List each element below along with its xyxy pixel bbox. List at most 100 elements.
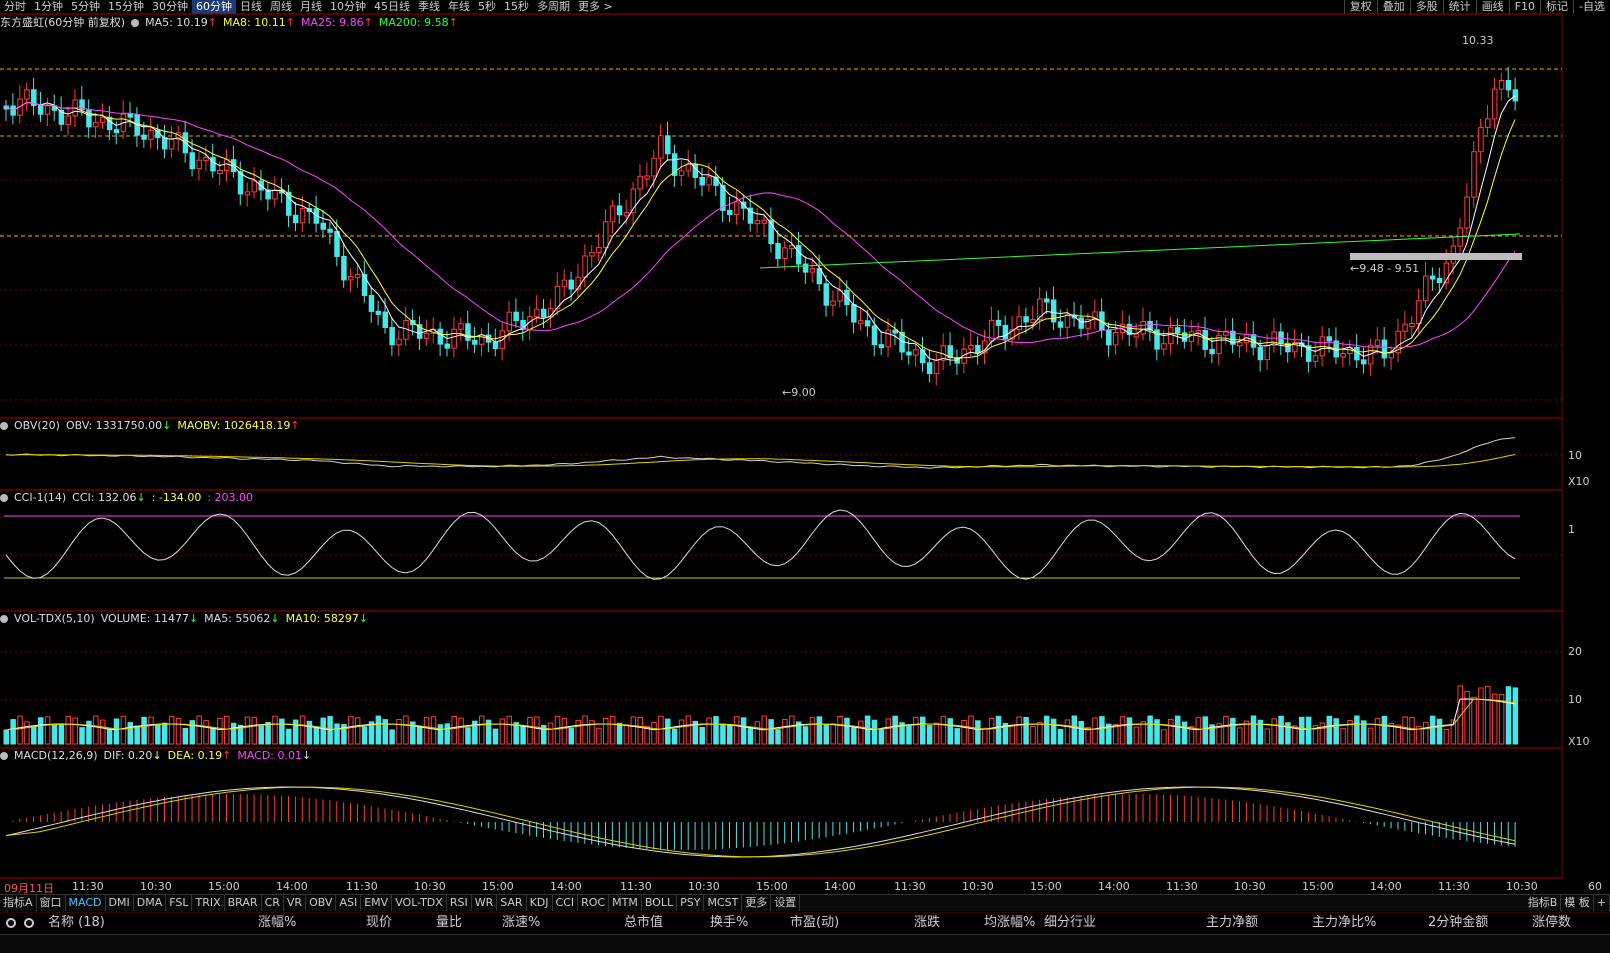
indicator-tab-2[interactable]: MACD xyxy=(66,895,106,911)
indicator-tab-8[interactable]: CR xyxy=(262,895,284,911)
candle-body xyxy=(913,349,919,356)
volume-bar xyxy=(568,728,575,745)
volume-bar xyxy=(857,720,864,745)
candle xyxy=(224,149,230,182)
indicator-tab-20[interactable]: MTM xyxy=(609,895,642,911)
indicator-right-tab-2[interactable]: + xyxy=(1594,895,1610,911)
indicator-tab-24[interactable]: 更多 xyxy=(742,895,772,911)
candle xyxy=(230,145,237,178)
indicator-tab-17[interactable]: KDJ xyxy=(527,895,553,911)
indicator-tab-0[interactable]: 指标A xyxy=(0,895,37,911)
indicator-tab-10[interactable]: OBV xyxy=(306,895,337,911)
bottom-strip xyxy=(0,934,1610,953)
column-header-9[interactable]: 均涨幅% xyxy=(984,913,1035,933)
candle-body xyxy=(375,310,382,315)
volume-bar xyxy=(1333,718,1339,745)
column-header-8[interactable]: 涨跌 xyxy=(914,913,940,933)
candle xyxy=(1174,318,1181,345)
gear-icon[interactable] xyxy=(6,918,16,928)
candle xyxy=(458,317,464,342)
indicator-tab-19[interactable]: ROC xyxy=(578,895,610,911)
time-label: 14:00 xyxy=(824,880,856,893)
candle xyxy=(465,310,471,350)
indicator-tab-5[interactable]: FSL xyxy=(166,895,193,911)
volume-bar xyxy=(1078,720,1084,745)
candle xyxy=(251,167,258,199)
volume-bar xyxy=(1436,718,1443,745)
candle-body xyxy=(1416,300,1422,325)
volume-bar xyxy=(1147,715,1153,745)
settings-icon[interactable] xyxy=(24,918,34,928)
indicator-tab-25[interactable]: 设置 xyxy=(771,895,801,911)
indicator-tab-16[interactable]: SAR xyxy=(497,895,527,911)
candle xyxy=(995,310,1002,337)
candle xyxy=(472,327,478,353)
indicator-tab-23[interactable]: MCST xyxy=(704,895,743,911)
column-header-6[interactable]: 换手% xyxy=(710,913,748,933)
time-label: 10:30 xyxy=(140,880,172,893)
volume-bar xyxy=(292,719,299,745)
candle xyxy=(802,256,809,284)
indicator-right-tab-1[interactable]: 模 板 xyxy=(1561,895,1594,911)
indicator-right-tab-0[interactable]: 指标B xyxy=(1525,895,1562,911)
indicator-tab-15[interactable]: WR xyxy=(472,895,498,911)
candle-body xyxy=(444,343,451,349)
indicator-tab-21[interactable]: BOLL xyxy=(642,895,678,911)
column-header-14[interactable]: 涨停数 xyxy=(1532,913,1571,933)
cci-settings-icon[interactable] xyxy=(0,494,8,502)
column-header-10[interactable]: 细分行业 xyxy=(1044,913,1096,933)
vol-settings-icon[interactable] xyxy=(0,615,8,623)
volume-bar xyxy=(651,721,657,745)
obv-settings-icon[interactable] xyxy=(0,422,8,430)
indicator-tab-13[interactable]: VOL-TDX xyxy=(392,895,447,911)
candle-body xyxy=(458,323,464,330)
candle xyxy=(58,96,65,132)
indicator-tab-6[interactable]: TRIX xyxy=(192,895,225,911)
volume-bar xyxy=(506,715,513,745)
column-header-2[interactable]: 现价 xyxy=(366,913,392,933)
indicator-tab-3[interactable]: DMI xyxy=(106,895,134,911)
column-header-12[interactable]: 主力净比% xyxy=(1312,913,1376,933)
volume-bar xyxy=(375,715,382,745)
candle-body xyxy=(995,319,1002,326)
candle-body xyxy=(1429,275,1436,280)
settings-dot-icon[interactable] xyxy=(131,19,140,27)
column-header-0[interactable]: 名称 (18) xyxy=(48,913,105,933)
volume-bar xyxy=(1044,715,1050,745)
column-header-4[interactable]: 涨速% xyxy=(502,913,540,933)
candle xyxy=(1429,267,1436,291)
candle-body xyxy=(534,308,540,318)
column-header-5[interactable]: 总市值 xyxy=(624,913,663,933)
indicator-tab-4[interactable]: DMA xyxy=(134,895,167,911)
obv-text: OBV: 1331750.00 xyxy=(65,419,163,432)
indicator-tab-12[interactable]: EMV xyxy=(361,895,393,911)
indicator-tab-14[interactable]: RSI xyxy=(447,895,472,911)
volume-bar xyxy=(1326,715,1333,745)
indicator-tab-18[interactable]: CCI xyxy=(553,895,579,911)
macd-settings-icon[interactable] xyxy=(0,752,8,760)
volume-bar xyxy=(1071,715,1078,745)
volume-bar xyxy=(609,715,616,745)
column-header-1[interactable]: 涨幅% xyxy=(258,913,296,933)
indicator-tab-9[interactable]: VR xyxy=(284,895,307,911)
column-header-13[interactable]: 2分钟金额 xyxy=(1428,913,1488,933)
period-label: (60分钟 前复权) xyxy=(44,16,126,29)
candle-body xyxy=(1340,353,1346,358)
candle xyxy=(892,322,898,345)
indicator-tab-7[interactable]: BRAR xyxy=(225,895,262,911)
column-header-11[interactable]: 主力净额 xyxy=(1206,913,1258,933)
indicator-tab-1[interactable]: 窗口 xyxy=(37,895,66,911)
column-header-7[interactable]: 市盈(动) xyxy=(790,913,839,933)
column-header-3[interactable]: 量比 xyxy=(436,913,462,933)
candle xyxy=(1347,339,1353,366)
candle xyxy=(1464,183,1470,235)
candle xyxy=(1512,77,1519,111)
volume-bar xyxy=(1181,721,1188,745)
volume-bar xyxy=(1264,728,1271,745)
volume-bar xyxy=(265,722,271,745)
indicator-tab-11[interactable]: ASI xyxy=(336,895,362,911)
candle xyxy=(244,182,251,207)
indicator-tab-22[interactable]: PSY xyxy=(677,895,705,911)
candle-body xyxy=(396,338,402,346)
volume-bar xyxy=(1230,717,1236,745)
